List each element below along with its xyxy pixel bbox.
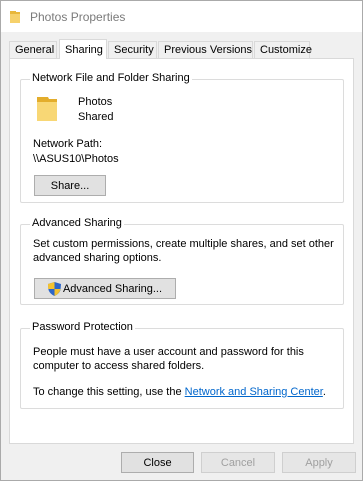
password-desc-1: People must have a user account and pass… xyxy=(33,346,304,358)
folder-name: Photos xyxy=(78,96,113,108)
tab-sharing[interactable]: Sharing xyxy=(59,39,107,59)
folder-status: Shared xyxy=(78,111,114,123)
uac-shield-icon xyxy=(47,281,61,296)
password-desc-2: computer to access shared folders. xyxy=(33,360,205,372)
tab-general[interactable]: General xyxy=(9,41,57,58)
password-change-line: To change this setting, use the Network … xyxy=(33,386,326,398)
password-change-period: . xyxy=(322,386,326,398)
password-protection-label: Password Protection xyxy=(30,321,135,333)
title-bar[interactable]: Photos Properties xyxy=(1,1,362,32)
password-change-text: To change this setting, use the xyxy=(33,386,185,398)
window-title: Photos Properties xyxy=(30,10,126,24)
advanced-sharing-desc-2: advanced sharing options. xyxy=(33,252,162,264)
advanced-sharing-label: Advanced Sharing xyxy=(30,217,124,229)
tab-security[interactable]: Security xyxy=(108,41,157,58)
network-sharing-center-link[interactable]: Network and Sharing Center xyxy=(185,386,323,398)
network-sharing-group: Network File and Folder Sharing Photos S… xyxy=(20,72,344,203)
folder-icon xyxy=(10,11,20,23)
tab-customize[interactable]: Customize xyxy=(254,41,312,58)
tab-previous-versions[interactable]: Previous Versions xyxy=(158,41,253,58)
network-path-label: Network Path: xyxy=(33,138,103,150)
password-protection-group: Password Protection People must have a u… xyxy=(20,321,344,409)
cancel-button[interactable]: Cancel xyxy=(201,452,275,473)
advanced-sharing-group: Advanced Sharing Set custom permissions,… xyxy=(20,217,344,305)
advanced-sharing-desc-1: Set custom permissions, create multiple … xyxy=(33,238,334,250)
network-path-value: \\ASUS10\Photos xyxy=(33,153,119,165)
advanced-sharing-button-label: Advanced Sharing... xyxy=(62,282,163,295)
sharing-panel: Network File and Folder Sharing Photos S… xyxy=(9,58,354,444)
properties-window: Photos Properties General Sharing Securi… xyxy=(0,0,363,481)
share-button[interactable]: Share... xyxy=(34,175,106,196)
close-button[interactable]: Close xyxy=(121,452,194,473)
advanced-sharing-button[interactable]: Advanced Sharing... xyxy=(34,278,176,299)
network-sharing-label: Network File and Folder Sharing xyxy=(30,72,192,84)
apply-button[interactable]: Apply xyxy=(282,452,356,473)
shared-folder-icon xyxy=(37,97,57,121)
